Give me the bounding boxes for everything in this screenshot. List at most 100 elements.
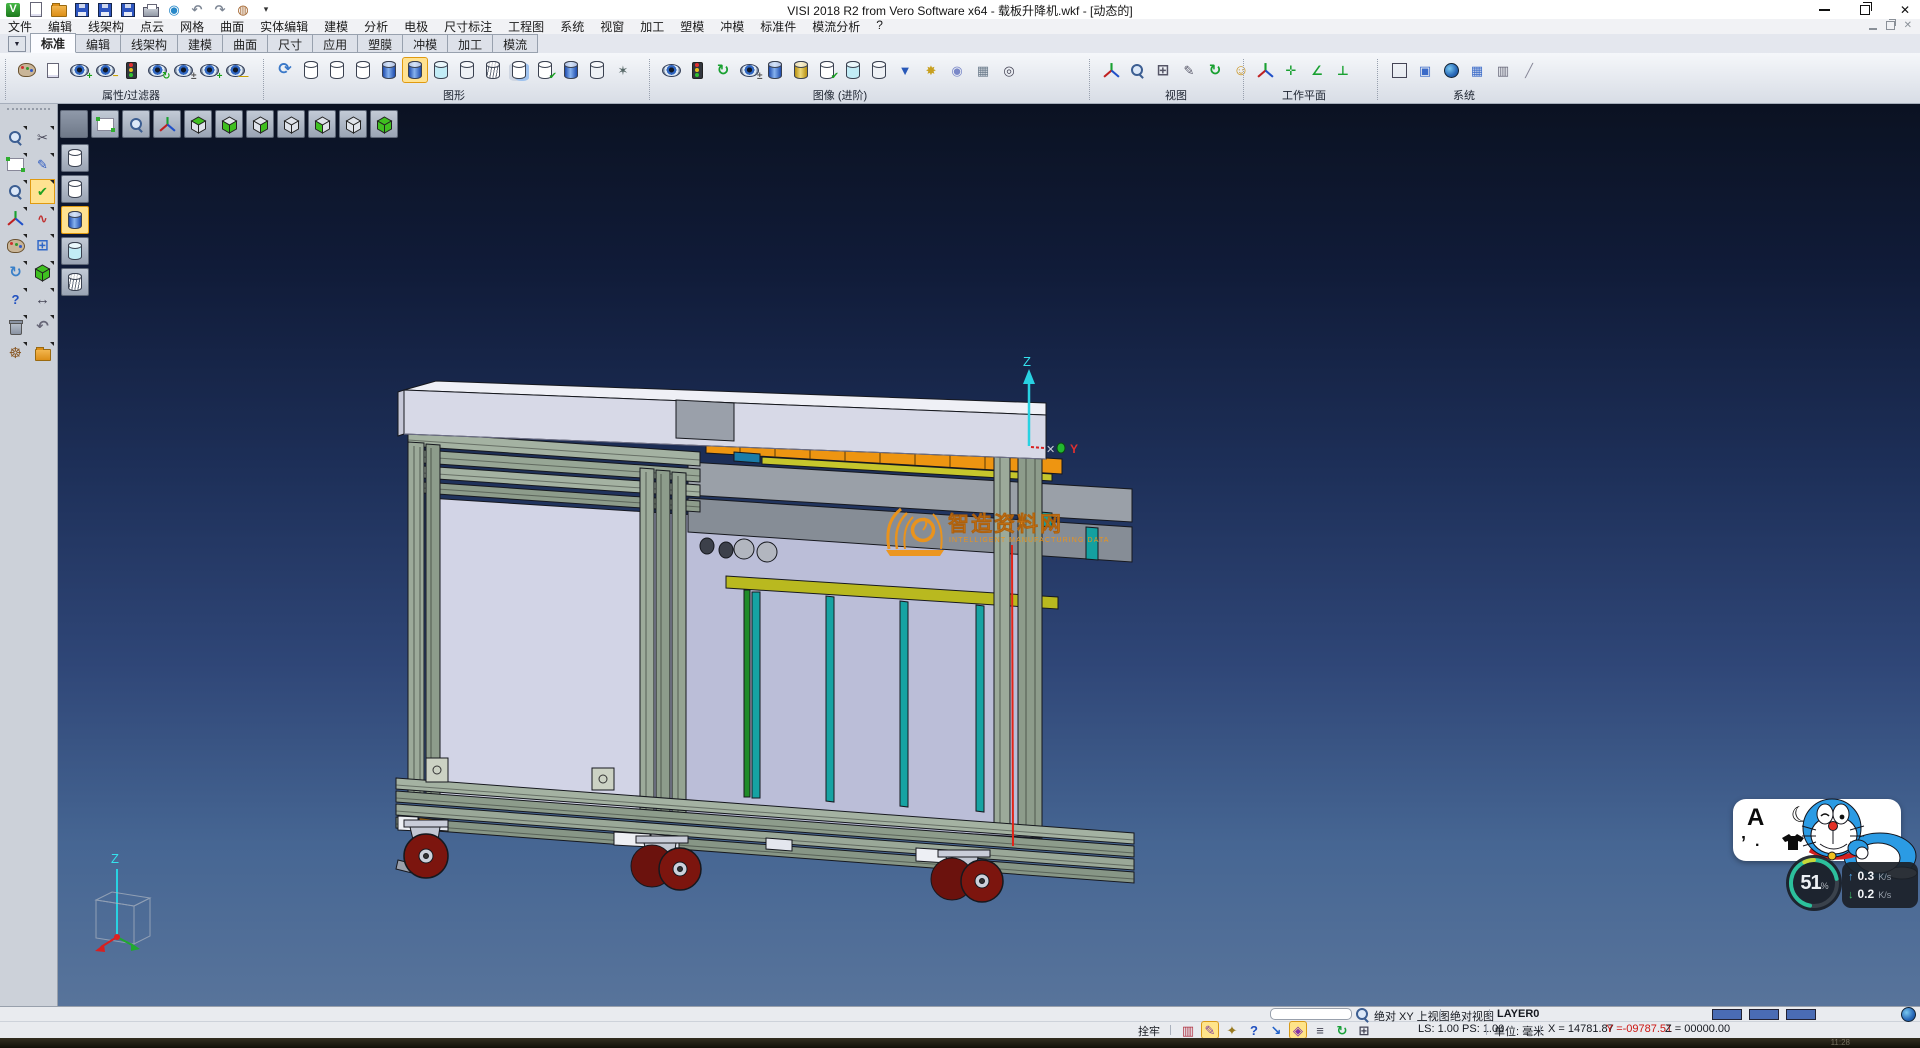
fit-view-button[interactable] bbox=[91, 110, 119, 138]
search-input[interactable] bbox=[1270, 1008, 1352, 1020]
delete-entities-button[interactable] bbox=[4, 315, 27, 338]
shading-eye-button[interactable] bbox=[659, 58, 683, 82]
export-view-button[interactable]: ↘ bbox=[1268, 1022, 1284, 1038]
cube-right-button[interactable] bbox=[246, 110, 274, 138]
tab-尺寸[interactable]: 尺寸 bbox=[268, 34, 313, 53]
render-face-button[interactable]: ☺ bbox=[1229, 58, 1253, 82]
world-globe-button[interactable] bbox=[1439, 58, 1463, 82]
show-all-button[interactable]: + bbox=[197, 58, 221, 82]
rotate-view-button[interactable]: ↻ bbox=[1334, 1022, 1350, 1038]
workplane-box-button[interactable]: ◈ bbox=[1290, 1022, 1306, 1038]
viewport-3d[interactable] bbox=[57, 103, 1920, 1007]
render-view-button[interactable] bbox=[4, 126, 27, 149]
workplane-view-button[interactable]: ✛ bbox=[1279, 58, 1303, 82]
display-attributes-button[interactable] bbox=[15, 58, 39, 82]
layer-color-swatch[interactable] bbox=[1749, 1009, 1779, 1020]
tab-塑膜[interactable]: 塑膜 bbox=[358, 34, 403, 53]
workplane-entity-button[interactable]: ∠ bbox=[1305, 58, 1329, 82]
context-menu-button[interactable] bbox=[60, 110, 88, 138]
lock-label[interactable]: 拴牢 bbox=[1138, 1023, 1160, 1039]
workplane-xy-button[interactable] bbox=[1253, 58, 1277, 82]
layer-color-swatch[interactable] bbox=[1786, 1009, 1816, 1020]
trim-curve-button[interactable]: ✂ bbox=[31, 126, 54, 149]
selection-box-button[interactable] bbox=[4, 153, 27, 176]
cylinder-outline-button[interactable] bbox=[351, 58, 375, 82]
print-button[interactable] bbox=[143, 2, 159, 18]
cylinder-modify-button[interactable] bbox=[559, 58, 583, 82]
help-info-button[interactable]: ? bbox=[4, 288, 27, 311]
options-table-button[interactable]: ▥ bbox=[1491, 58, 1515, 82]
solid-blue-button[interactable] bbox=[763, 58, 787, 82]
tab-编辑[interactable]: 编辑 bbox=[76, 34, 121, 53]
refresh-visibility-button[interactable]: ↻ bbox=[145, 58, 169, 82]
menu-标准件[interactable]: 标准件 bbox=[752, 18, 804, 35]
menu-加工[interactable]: 加工 bbox=[632, 18, 672, 35]
background-image-button[interactable]: ▦ bbox=[971, 58, 995, 82]
toggle-visibility-button[interactable]: ± bbox=[171, 58, 195, 82]
tab-模流[interactable]: 模流 bbox=[493, 34, 538, 53]
cylinder-dashed-button[interactable] bbox=[325, 58, 349, 82]
cylinder-transparent-button[interactable] bbox=[429, 58, 453, 82]
show-entities-button[interactable]: + bbox=[67, 58, 91, 82]
cylinder-recycle-button[interactable] bbox=[533, 58, 557, 82]
child-minimize-button[interactable] bbox=[1869, 28, 1877, 30]
visi-web-button[interactable]: ◍ bbox=[235, 2, 251, 18]
memory-gauge-overlay[interactable]: 51% bbox=[1786, 855, 1842, 911]
hide-entities-button[interactable]: − bbox=[93, 58, 117, 82]
navigate-wheel-button[interactable]: ☸ bbox=[4, 342, 27, 365]
cube-bottom-button[interactable] bbox=[215, 110, 243, 138]
zoom-detail-button[interactable] bbox=[4, 180, 27, 203]
save-button[interactable] bbox=[74, 2, 90, 18]
layer-indicator[interactable]: LAYER0 bbox=[1497, 1008, 1539, 1020]
open-file-button[interactable] bbox=[51, 2, 67, 18]
advanced-filter-button[interactable] bbox=[685, 58, 709, 82]
open-part-button[interactable] bbox=[31, 342, 54, 365]
save-as-button[interactable] bbox=[97, 2, 113, 18]
menu-模流分析[interactable]: 模流分析 bbox=[804, 18, 868, 35]
close-button[interactable]: ✕ bbox=[1900, 4, 1910, 16]
measure-tool-button[interactable]: ↔ bbox=[31, 288, 54, 311]
triad-axes-button[interactable] bbox=[153, 110, 181, 138]
cube-iso-button[interactable] bbox=[370, 110, 398, 138]
material-sphere-button[interactable]: ◉ bbox=[945, 58, 969, 82]
search-icon[interactable] bbox=[1355, 1007, 1370, 1022]
redo-button[interactable]: ↷ bbox=[212, 2, 228, 18]
minimize-button[interactable] bbox=[1819, 9, 1830, 11]
style-hatched-button[interactable] bbox=[61, 268, 89, 296]
sketch-curve-button[interactable]: ✎ bbox=[31, 153, 54, 176]
child-close-button[interactable]: ✕ bbox=[1904, 20, 1912, 31]
query-help-button[interactable]: ? bbox=[1246, 1022, 1262, 1038]
save-all-button[interactable] bbox=[120, 2, 136, 18]
texture-refresh-button[interactable]: ↻ bbox=[711, 58, 735, 82]
hide-all-button[interactable]: — bbox=[223, 58, 247, 82]
view-refresh-button[interactable]: ↻ bbox=[1203, 58, 1227, 82]
restore-button[interactable] bbox=[1860, 5, 1870, 15]
more-dropdown-button[interactable]: ▾ bbox=[258, 2, 274, 18]
cylinder-hatched-button[interactable] bbox=[481, 58, 505, 82]
solid-check-button[interactable] bbox=[815, 58, 839, 82]
sidebar-drag-handle[interactable] bbox=[7, 108, 50, 110]
shade-toggle-button[interactable]: ± bbox=[737, 58, 761, 82]
slope-ruler-button[interactable]: ╱ bbox=[1517, 58, 1541, 82]
style-shaded-button[interactable] bbox=[61, 206, 89, 234]
shaded-view-button[interactable] bbox=[31, 261, 54, 284]
zoom-preview-button[interactable] bbox=[122, 110, 150, 138]
cylinder-shaded-active-button[interactable] bbox=[403, 58, 427, 82]
regen-view-button[interactable]: ↻ bbox=[4, 261, 27, 284]
viewport-grid-button[interactable]: ⊞ bbox=[1356, 1022, 1372, 1038]
print-preview-button[interactable]: ◉ bbox=[166, 2, 182, 18]
layer-color-swatch[interactable] bbox=[1712, 1009, 1742, 1020]
tab-dropdown-button[interactable]: ▼ bbox=[8, 36, 26, 52]
build-tool-button[interactable]: ✦ bbox=[1224, 1022, 1240, 1038]
cylinder-wireframe-button[interactable] bbox=[299, 58, 323, 82]
solid-cyan-button[interactable] bbox=[841, 58, 865, 82]
style-hidden-line-button[interactable] bbox=[61, 175, 89, 203]
tab-线架构[interactable]: 线架构 bbox=[121, 34, 178, 53]
data-table-button[interactable]: ▦ bbox=[1465, 58, 1489, 82]
layer-stack-button[interactable]: ≡ bbox=[1312, 1022, 1328, 1038]
tab-应用[interactable]: 应用 bbox=[313, 34, 358, 53]
zoom-window-button[interactable] bbox=[1125, 58, 1149, 82]
style-shaded-edges-button[interactable] bbox=[61, 237, 89, 265]
visi-logo-button[interactable]: V bbox=[5, 2, 21, 18]
selection-filter-button[interactable] bbox=[119, 58, 143, 82]
